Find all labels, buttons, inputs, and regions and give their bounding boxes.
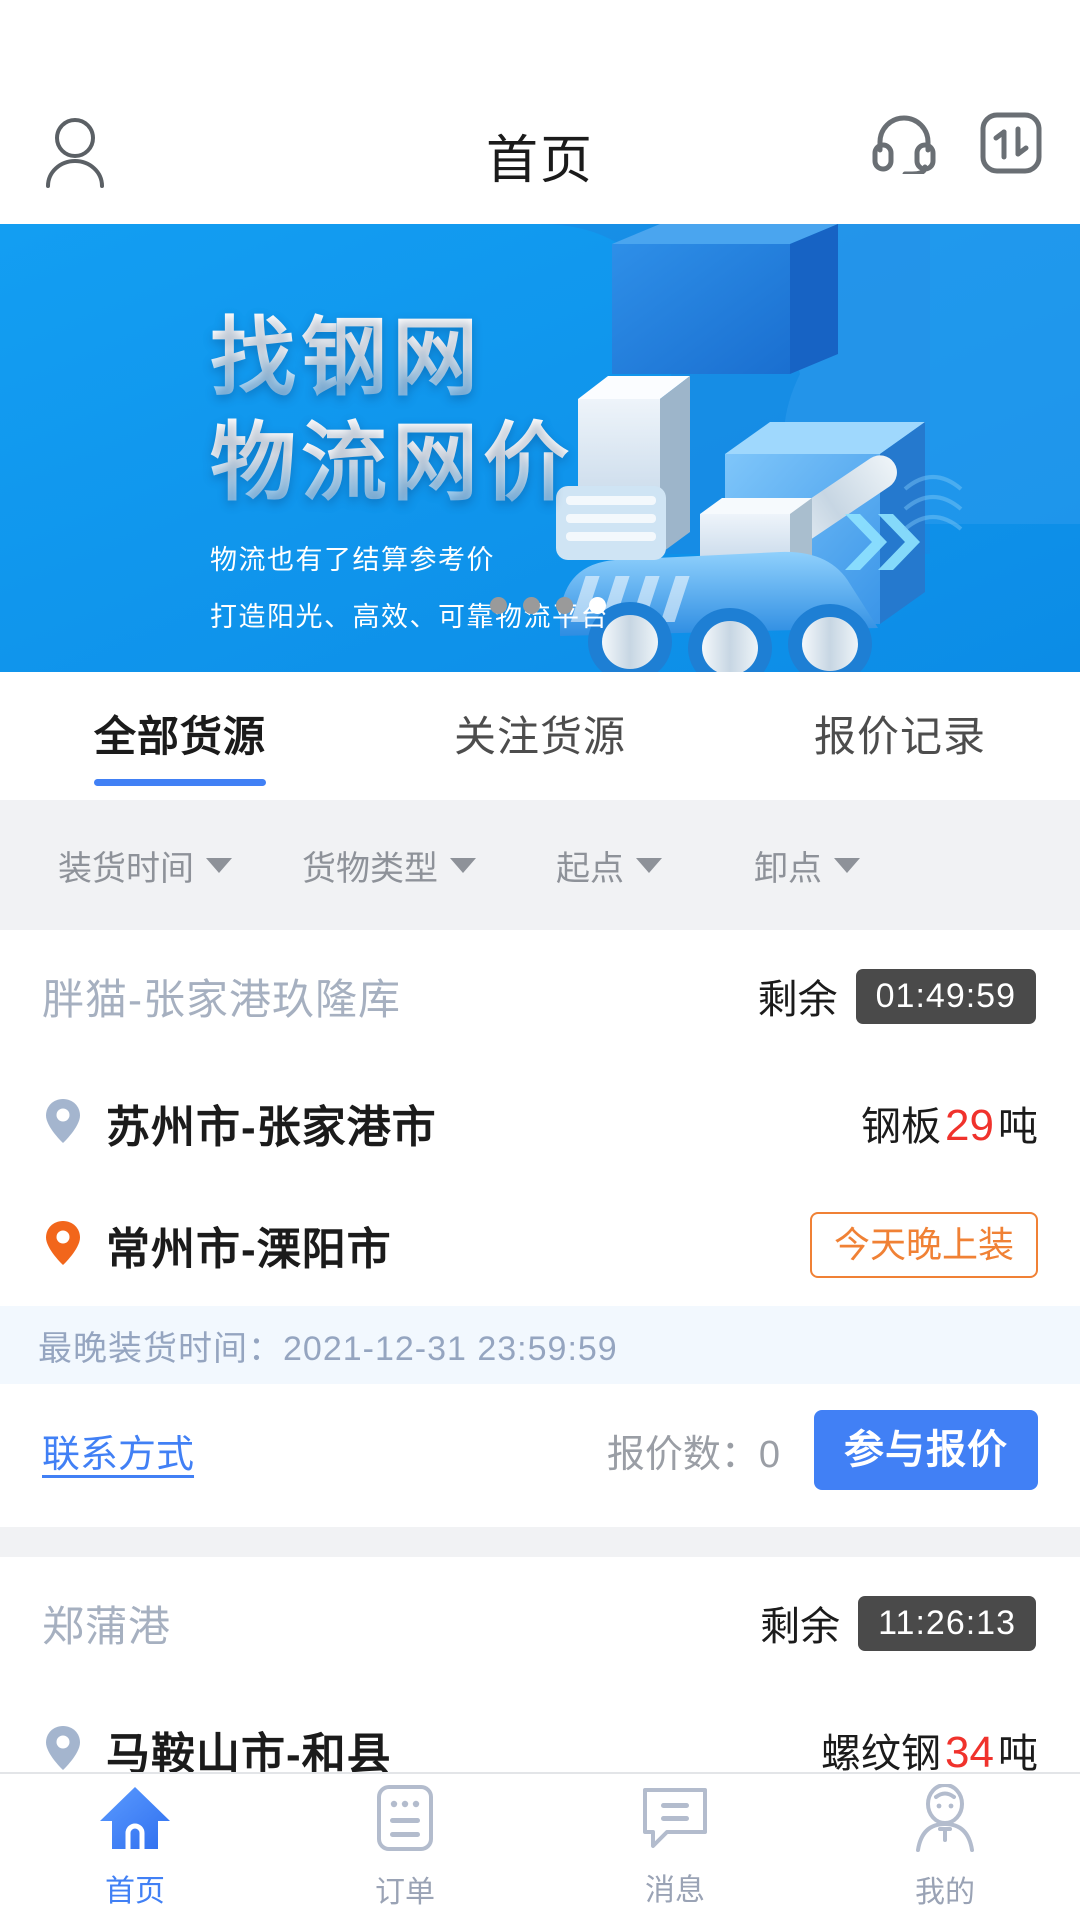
quote-count: 报价数：0 [606, 1433, 780, 1476]
filter-load-time-label: 装货时间 [58, 849, 194, 888]
banner-dot-3[interactable] [556, 597, 573, 614]
home-screen: 首页 找钢网 物流网价 物流也有了结算参考价 打造阳光、高效、可靠物流平台 全部… [0, 0, 1080, 1920]
tab-all-cargo[interactable]: 全部货源 [0, 672, 360, 800]
cargo-unit: 吨 [998, 1105, 1038, 1149]
filter-load-time[interactable]: 装货时间 [58, 841, 232, 890]
chevron-down-icon [206, 857, 232, 873]
card-separator [0, 1527, 1080, 1557]
filter-origin[interactable]: 起点 [556, 841, 662, 890]
home-icon [98, 1785, 172, 1856]
chevron-down-icon [450, 857, 476, 873]
tab-followed-cargo[interactable]: 关注货源 [360, 672, 720, 800]
remaining-label: 剩余 [760, 1605, 841, 1649]
tab-followed-cargo-label: 关注货源 [453, 712, 626, 760]
countdown-badge: 01:49:59 [855, 968, 1036, 1024]
cargo-unit: 吨 [998, 1732, 1038, 1772]
banner-title-line1: 找钢网 [210, 306, 609, 411]
content-tabs: 全部货源 关注货源 报价记录 [0, 672, 1080, 800]
banner-subtitle-1: 物流也有了结算参考价 [210, 544, 495, 575]
origin-city: 马鞍山市-和县 [106, 1730, 392, 1772]
order-list-icon [376, 1784, 434, 1857]
countdown-group: 剩余 11:26:13 [760, 1594, 1036, 1652]
origin-pin-icon [44, 1097, 82, 1150]
origin-city: 苏州市-张家港市 [106, 1103, 437, 1152]
cargo-quantity: 34 [945, 1728, 994, 1772]
message-icon [641, 1786, 709, 1855]
remaining-label: 剩余 [757, 978, 838, 1022]
filter-cargo-type-label: 货物类型 [302, 849, 438, 888]
cargo-type-name: 钢板 [861, 1105, 942, 1149]
destination-row: 常州市-溧阳市 今天晚上装 [0, 1184, 1080, 1306]
join-bid-button[interactable]: 参与报价 [814, 1410, 1038, 1490]
headset-icon[interactable] [872, 112, 936, 179]
chevron-down-icon [636, 857, 662, 873]
nav-item-orders-label: 订单 [375, 1875, 435, 1909]
banner-dot-1[interactable] [490, 597, 507, 614]
cargo-card[interactable]: 胖猫-张家港玖隆库 剩余 01:49:59 苏州市-张家港市 钢板29 吨 常州… [0, 930, 1080, 1516]
switch-identity-icon[interactable] [980, 112, 1042, 179]
cargo-card-header: 胖猫-张家港玖隆库 剩余 01:49:59 [0, 930, 1080, 1062]
nav-item-home-label: 首页 [105, 1874, 165, 1908]
cargo-quantity: 29 [945, 1101, 994, 1150]
cargo-shop-name: 郑蒲港 [42, 1602, 172, 1650]
cargo-card-header: 郑蒲港 剩余 11:26:13 [0, 1557, 1080, 1689]
filter-cargo-type[interactable]: 货物类型 [302, 841, 476, 890]
tab-quote-records-label: 报价记录 [813, 712, 986, 760]
tab-quote-records[interactable]: 报价记录 [720, 672, 1080, 800]
cargo-shop-name: 胖猫-张家港玖隆库 [42, 975, 401, 1023]
banner-title-line2: 物流网价 [210, 411, 609, 516]
countdown-badge: 11:26:13 [858, 1595, 1036, 1651]
filter-destination-label: 卸点 [754, 849, 822, 888]
filter-destination[interactable]: 卸点 [754, 841, 860, 890]
bottom-navigation: 首页 订单 消息 我的 [0, 1772, 1080, 1920]
tab-all-cargo-label: 全部货源 [93, 712, 266, 760]
banner-dot-2[interactable] [523, 597, 540, 614]
filter-origin-label: 起点 [556, 849, 624, 888]
banner-dot-4[interactable] [589, 597, 606, 614]
tab-active-indicator [94, 779, 266, 786]
banner-text-block: 找钢网 物流网价 物流也有了结算参考价 打造阳光、高效、可靠物流平台 [210, 306, 609, 634]
destination-city: 常州市-溧阳市 [106, 1225, 392, 1274]
cargo-card-footer: 联系方式 报价数：0 参与报价 [0, 1384, 1080, 1516]
filter-bar: 装货时间 货物类型 起点 卸点 [0, 800, 1080, 930]
cargo-card-clip: 郑蒲港 剩余 11:26:13 马鞍山市-和县 螺纹钢34 吨 [0, 1557, 1080, 1772]
nav-item-home[interactable]: 首页 [0, 1774, 270, 1920]
cargo-info: 螺纹钢34 吨 [821, 1721, 1038, 1772]
nav-item-profile-label: 我的 [915, 1875, 975, 1909]
cargo-card[interactable]: 郑蒲港 剩余 11:26:13 马鞍山市-和县 螺纹钢34 吨 [0, 1557, 1080, 1772]
app-header: 首页 [0, 0, 1080, 224]
countdown-group: 剩余 01:49:59 [758, 967, 1036, 1025]
nav-item-profile[interactable]: 我的 [810, 1774, 1080, 1920]
header-actions [872, 112, 1042, 179]
nav-item-messages-label: 消息 [645, 1873, 705, 1907]
chevron-down-icon [834, 857, 860, 873]
origin-pin-icon [44, 1724, 82, 1773]
contact-link[interactable]: 联系方式 [42, 1423, 194, 1478]
cargo-info: 钢板29 吨 [861, 1094, 1038, 1152]
banner-pagination-dots[interactable] [490, 597, 606, 614]
profile-icon [910, 1782, 980, 1857]
cargo-type-name: 螺纹钢 [821, 1732, 942, 1772]
origin-row: 苏州市-张家港市 钢板29 吨 [0, 1062, 1080, 1184]
nav-item-messages[interactable]: 消息 [540, 1774, 810, 1920]
origin-row: 马鞍山市-和县 螺纹钢34 吨 [0, 1689, 1080, 1772]
nav-item-orders[interactable]: 订单 [270, 1774, 540, 1920]
destination-pin-icon [44, 1219, 82, 1272]
latest-load-time: 最晚装货时间：2021-12-31 23:59:59 [0, 1306, 1080, 1384]
load-time-tag: 今天晚上装 [809, 1212, 1038, 1278]
